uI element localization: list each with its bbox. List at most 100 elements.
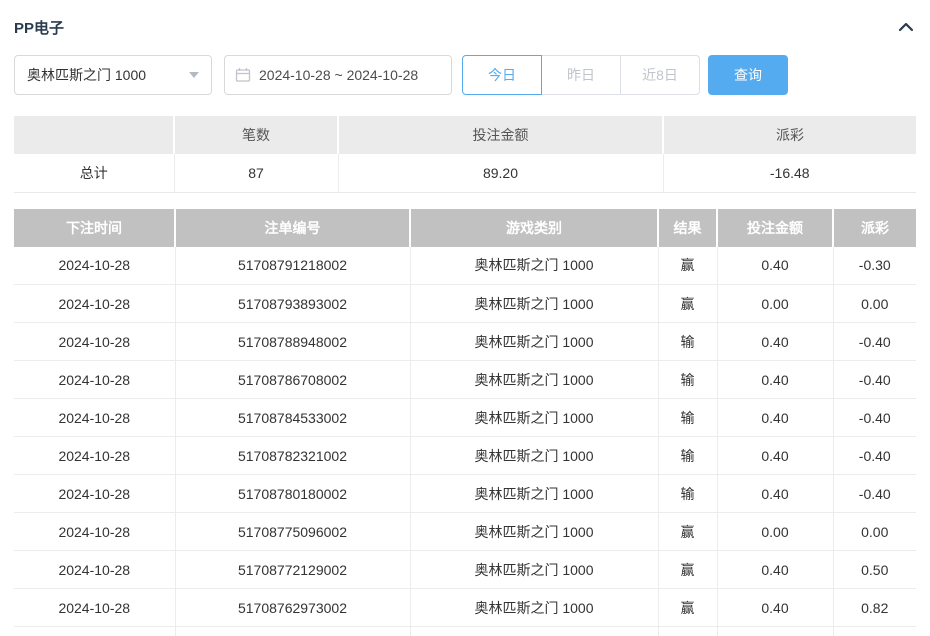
header-bet-amount: 投注金额 [717, 209, 833, 247]
filter-bar: 奥林匹斯之门 1000 2024-10-28 ~ 2024-10-28 今日 昨… [14, 55, 916, 95]
cell-order-id: 51708775096002 [175, 513, 410, 551]
cell-game-type: 奥林匹斯之门 1000 [410, 399, 658, 437]
last-8-days-button[interactable]: 近8日 [620, 55, 700, 95]
table-row: 2024-10-28 51708772129002 奥林匹斯之门 1000 赢 … [14, 551, 916, 589]
quick-range-group: 今日 昨日 近8日 [462, 55, 700, 95]
cell-bet-time: 2024-10-28 [14, 513, 175, 551]
cell-payout: -0.40 [833, 437, 916, 475]
query-button[interactable]: 查询 [708, 55, 788, 95]
cell-payout: -0.40 [833, 361, 916, 399]
calendar-icon [235, 67, 251, 83]
date-range-picker[interactable]: 2024-10-28 ~ 2024-10-28 [224, 55, 452, 95]
cell-result: 输 [658, 361, 717, 399]
records-header-row: 下注时间 注单编号 游戏类别 结果 投注金额 派彩 [14, 209, 916, 247]
table-row-partial [14, 627, 916, 636]
table-row: 2024-10-28 51708775096002 奥林匹斯之门 1000 赢 … [14, 513, 916, 551]
header-game-type: 游戏类别 [410, 209, 658, 247]
cell-bet-amount: 0.40 [717, 437, 833, 475]
table-row: 2024-10-28 51708762973002 奥林匹斯之门 1000 赢 … [14, 589, 916, 627]
cell-bet-amount: 0.40 [717, 399, 833, 437]
header-payout: 派彩 [833, 209, 916, 247]
today-button[interactable]: 今日 [462, 55, 542, 95]
summary-total-payout: -16.48 [663, 154, 916, 192]
summary-total-row: 总计 87 89.20 -16.48 [14, 154, 916, 192]
cell-bet-time [14, 627, 175, 636]
cell-payout: 0.00 [833, 513, 916, 551]
summary-header-blank [14, 116, 174, 154]
cell-game-type: 奥林匹斯之门 1000 [410, 475, 658, 513]
cell-game-type: 奥林匹斯之门 1000 [410, 513, 658, 551]
cell-bet-amount: 0.40 [717, 247, 833, 285]
summary-header-payout: 派彩 [663, 116, 916, 154]
table-row: 2024-10-28 51708788948002 奥林匹斯之门 1000 输 … [14, 323, 916, 361]
header-result: 结果 [658, 209, 717, 247]
table-row: 2024-10-28 51708791218002 奥林匹斯之门 1000 赢 … [14, 247, 916, 285]
cell-game-type: 奥林匹斯之门 1000 [410, 361, 658, 399]
cell-payout: 0.50 [833, 551, 916, 589]
cell-bet-time: 2024-10-28 [14, 589, 175, 627]
cell-game-type: 奥林匹斯之门 1000 [410, 323, 658, 361]
cell-order-id: 51708772129002 [175, 551, 410, 589]
cell-bet-amount: 0.00 [717, 513, 833, 551]
summary-header-row: 笔数 投注金额 派彩 [14, 116, 916, 154]
cell-result: 赢 [658, 551, 717, 589]
summary-total-count: 87 [174, 154, 338, 192]
cell-bet-amount: 0.00 [717, 285, 833, 323]
cell-order-id: 51708788948002 [175, 323, 410, 361]
cell-bet-time: 2024-10-28 [14, 323, 175, 361]
cell-result: 赢 [658, 247, 717, 285]
header-order-id: 注单编号 [175, 209, 410, 247]
game-select-value: 奥林匹斯之门 1000 [27, 65, 146, 85]
cell-order-id: 51708784533002 [175, 399, 410, 437]
cell-bet-time: 2024-10-28 [14, 247, 175, 285]
cell-bet-time: 2024-10-28 [14, 437, 175, 475]
pp-electronic-panel: PP电子 奥林匹斯之门 1000 2024-10-28 ~ 2024-10-28… [0, 16, 930, 636]
page-title: PP电子 [14, 17, 64, 38]
cell-order-id: 51708786708002 [175, 361, 410, 399]
cell-order-id: 51708780180002 [175, 475, 410, 513]
date-range-value: 2024-10-28 ~ 2024-10-28 [259, 67, 418, 83]
cell-order-id: 51708782321002 [175, 437, 410, 475]
cell-payout: -0.40 [833, 323, 916, 361]
summary-total-bet-amount: 89.20 [338, 154, 663, 192]
cell-result: 输 [658, 399, 717, 437]
cell-bet-time: 2024-10-28 [14, 399, 175, 437]
cell-result: 输 [658, 437, 717, 475]
cell-bet-time: 2024-10-28 [14, 361, 175, 399]
cell-bet-time: 2024-10-28 [14, 475, 175, 513]
cell-result: 输 [658, 475, 717, 513]
caret-down-icon [189, 72, 199, 78]
table-row: 2024-10-28 51708780180002 奥林匹斯之门 1000 输 … [14, 475, 916, 513]
header-bet-time: 下注时间 [14, 209, 175, 247]
cell-bet-amount [717, 627, 833, 636]
cell-bet-amount: 0.40 [717, 551, 833, 589]
yesterday-button[interactable]: 昨日 [541, 55, 621, 95]
cell-order-id: 51708762973002 [175, 589, 410, 627]
game-select[interactable]: 奥林匹斯之门 1000 [14, 55, 212, 95]
cell-bet-amount: 0.40 [717, 361, 833, 399]
cell-payout: -0.40 [833, 475, 916, 513]
cell-payout [833, 627, 916, 636]
cell-bet-amount: 0.40 [717, 323, 833, 361]
cell-game-type [410, 627, 658, 636]
cell-bet-amount: 0.40 [717, 475, 833, 513]
cell-game-type: 奥林匹斯之门 1000 [410, 437, 658, 475]
cell-bet-time: 2024-10-28 [14, 551, 175, 589]
cell-payout: 0.00 [833, 285, 916, 323]
table-row: 2024-10-28 51708786708002 奥林匹斯之门 1000 输 … [14, 361, 916, 399]
cell-result [658, 627, 717, 636]
cell-payout: -0.40 [833, 399, 916, 437]
cell-game-type: 奥林匹斯之门 1000 [410, 285, 658, 323]
cell-payout: -0.30 [833, 247, 916, 285]
summary-header-bet-amount: 投注金额 [338, 116, 663, 154]
summary-total-label: 总计 [14, 154, 174, 192]
cell-game-type: 奥林匹斯之门 1000 [410, 551, 658, 589]
table-row: 2024-10-28 51708793893002 奥林匹斯之门 1000 赢 … [14, 285, 916, 323]
table-row: 2024-10-28 51708782321002 奥林匹斯之门 1000 输 … [14, 437, 916, 475]
summary-table: 笔数 投注金额 派彩 总计 87 89.20 -16.48 [14, 116, 916, 193]
cell-payout: 0.82 [833, 589, 916, 627]
chevron-up-icon[interactable] [896, 17, 916, 37]
panel-header: PP电子 [14, 16, 916, 38]
cell-order-id [175, 627, 410, 636]
cell-result: 赢 [658, 589, 717, 627]
